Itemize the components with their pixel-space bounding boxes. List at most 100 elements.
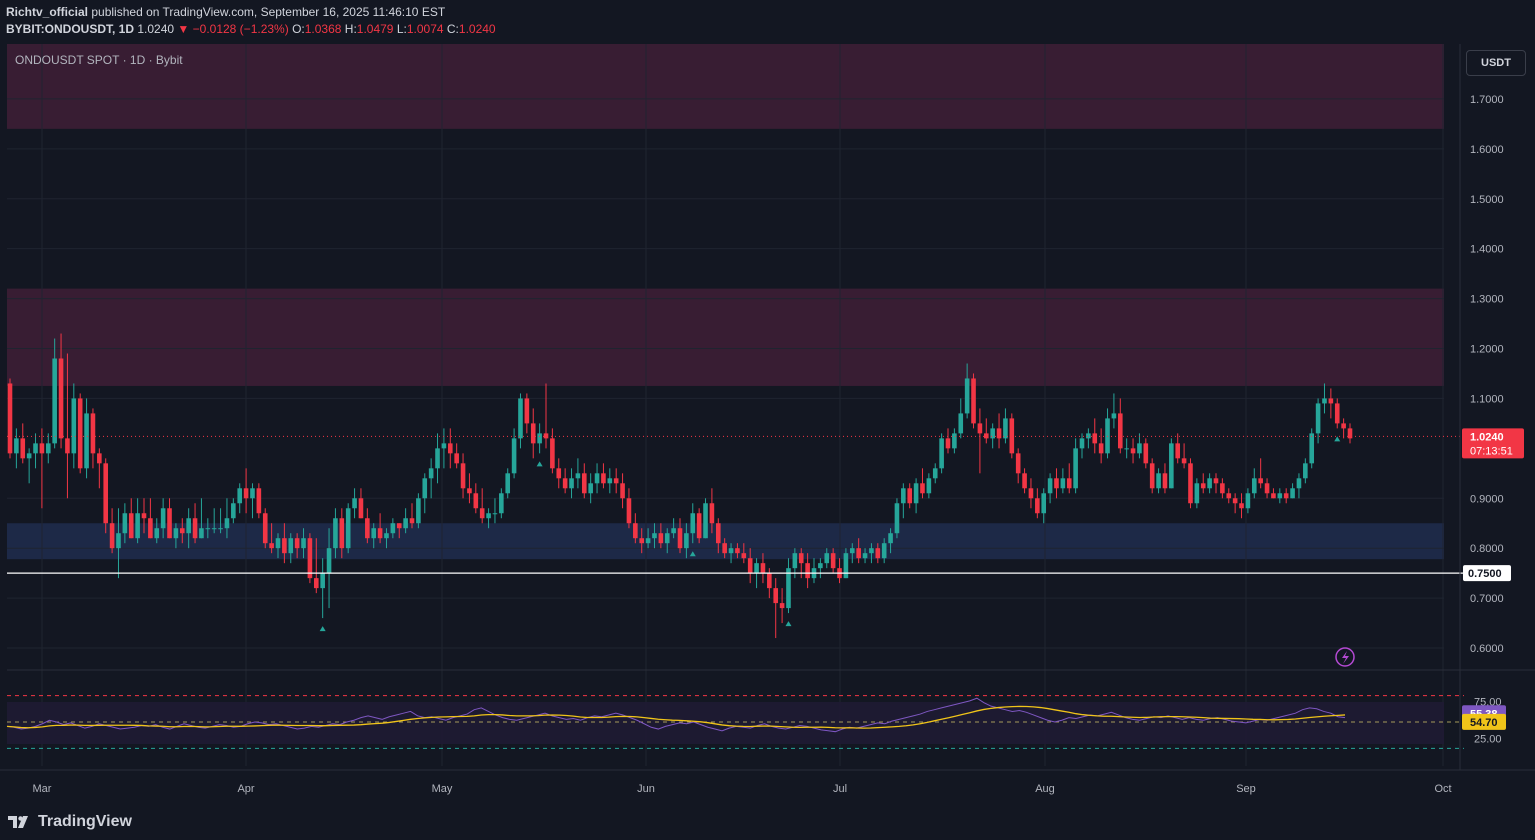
candle <box>109 523 115 549</box>
candle <box>428 468 434 479</box>
candle <box>830 553 836 569</box>
candle <box>1258 478 1263 484</box>
price-tick-label: 0.6000 <box>1470 643 1504 655</box>
candle <box>1226 493 1232 499</box>
candle <box>211 528 217 530</box>
candle <box>818 563 823 569</box>
candle <box>1117 413 1123 449</box>
candle <box>486 513 491 519</box>
candle <box>875 548 881 559</box>
current-price-value: 1.0240 <box>1470 431 1504 443</box>
candle <box>524 398 530 424</box>
candle <box>747 558 753 574</box>
price-tick-label: 1.2000 <box>1470 344 1504 356</box>
candle <box>703 503 708 539</box>
candle <box>135 513 140 539</box>
candle <box>977 423 983 434</box>
resistance-zone <box>7 288 1444 386</box>
candle <box>1098 443 1104 454</box>
time-tick-label: Mar <box>33 783 52 795</box>
candle <box>1086 433 1091 439</box>
candle <box>1283 493 1289 499</box>
candle <box>1277 493 1283 499</box>
candle <box>728 548 734 554</box>
candle <box>231 503 236 519</box>
candle <box>339 518 345 549</box>
candle <box>556 468 562 479</box>
candle <box>1137 443 1142 454</box>
candle <box>122 513 128 534</box>
candle <box>1239 503 1244 509</box>
candle <box>1271 493 1276 499</box>
candle <box>779 603 785 609</box>
candle <box>377 528 383 539</box>
price-tick-label: 1.5000 <box>1470 194 1504 206</box>
alert-bolt-glyph <box>1342 651 1349 664</box>
candle <box>760 563 766 574</box>
candle <box>52 358 57 444</box>
candle <box>307 538 313 579</box>
tradingview-logo[interactable]: TradingView <box>8 813 132 831</box>
candle <box>1143 443 1149 464</box>
candle <box>907 488 913 504</box>
candle <box>1003 418 1008 439</box>
candle <box>926 478 932 494</box>
grid-layer <box>7 44 1444 766</box>
candle <box>862 553 868 559</box>
candle <box>409 518 415 524</box>
candle <box>856 548 861 559</box>
candle <box>205 528 211 530</box>
candle <box>14 438 19 454</box>
candle <box>658 533 664 544</box>
candle <box>186 518 191 534</box>
candle <box>71 398 77 454</box>
candle <box>639 538 645 544</box>
candle <box>39 443 45 454</box>
candle <box>1328 398 1334 404</box>
candle <box>633 523 638 539</box>
candle <box>141 513 147 519</box>
candle <box>594 473 600 484</box>
candle <box>1188 463 1193 504</box>
candle <box>786 568 791 609</box>
candle <box>84 413 89 469</box>
time-tick-label: Jun <box>637 783 655 795</box>
candle <box>792 553 798 569</box>
candle <box>160 508 166 529</box>
candle <box>620 483 625 499</box>
price-chart[interactable]: 1.7000 1.6000 1.5000 1.4000 1.3000 1.2000 1.10… <box>0 0 1535 808</box>
brand-name: TradingView <box>38 813 132 830</box>
candle <box>652 533 657 539</box>
candle <box>958 413 964 434</box>
signal-marker <box>319 626 326 632</box>
candle <box>275 538 281 549</box>
candle <box>1309 433 1315 464</box>
time-tick-label: Aug <box>1035 783 1055 795</box>
tradingview-logo-icon <box>8 816 28 828</box>
currency-button[interactable]: USDT <box>1466 50 1526 76</box>
candle <box>282 538 287 554</box>
candle <box>148 518 153 539</box>
time-tick-label: Oct <box>1434 783 1451 795</box>
signal-marker <box>785 621 792 627</box>
candle <box>45 443 51 454</box>
candle <box>1111 413 1117 419</box>
candle <box>1066 478 1072 489</box>
candle <box>843 553 849 579</box>
candle <box>1290 488 1295 499</box>
candle <box>1264 483 1270 494</box>
candle <box>824 553 830 564</box>
candle <box>103 463 109 524</box>
candle <box>173 528 179 539</box>
candle <box>530 423 536 444</box>
candle <box>256 488 262 514</box>
candle <box>1220 483 1225 494</box>
candle <box>90 413 96 454</box>
candle <box>550 438 555 469</box>
candle <box>709 503 715 524</box>
candle <box>1156 473 1161 489</box>
candle <box>333 518 338 549</box>
candle <box>243 488 249 499</box>
candle <box>1060 478 1066 489</box>
candle <box>677 528 683 549</box>
